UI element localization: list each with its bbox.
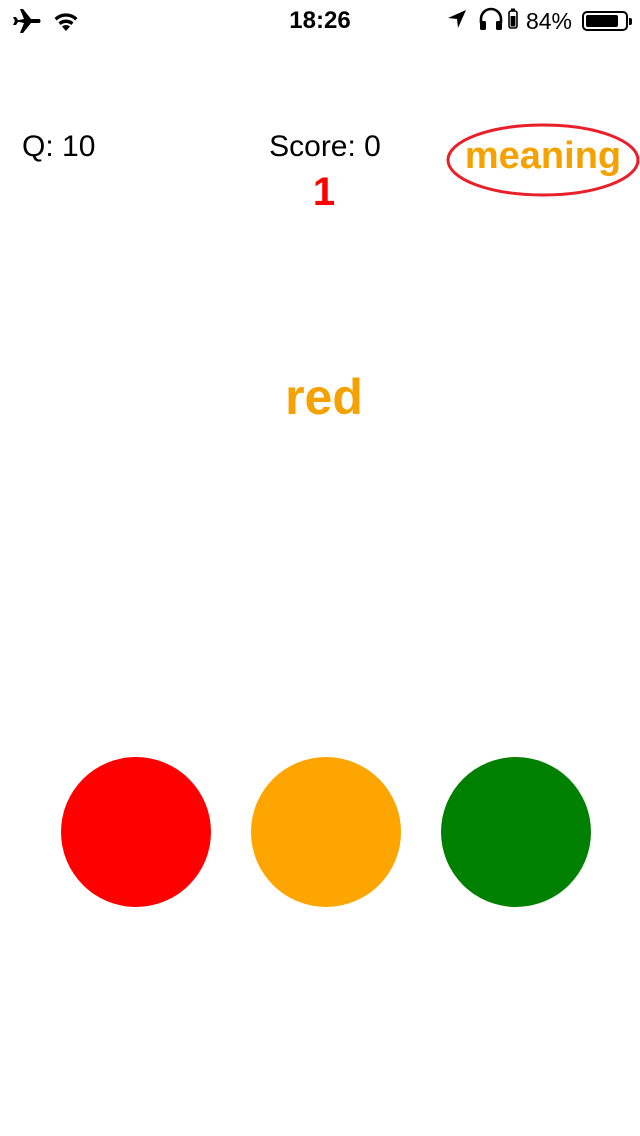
location-arrow-icon (446, 8, 468, 35)
status-bar: 18:26 84% (0, 0, 640, 40)
red-answer-button[interactable] (61, 757, 211, 907)
question-number: Q: 10 (22, 130, 96, 163)
orange-answer-button[interactable] (251, 757, 401, 907)
countdown-counter: 1 (312, 170, 336, 214)
battery-icon (582, 11, 632, 31)
game-screen: 18:26 84% Q: 10 Score: 0 1 meaning red (0, 0, 640, 1136)
headphones-icon (478, 7, 504, 36)
prompt-word: red (285, 369, 363, 425)
status-right: 84% (436, 6, 632, 36)
battery-level-fill (586, 15, 618, 27)
mode-indicator[interactable]: meaning (446, 123, 640, 197)
score-label: Score: 0 (269, 130, 381, 163)
mode-label: meaning (464, 135, 622, 177)
battery-percent: 84% (525, 7, 572, 34)
battery-tip (629, 18, 632, 25)
green-answer-button[interactable] (441, 757, 591, 907)
charging-indicator-icon (508, 8, 518, 35)
